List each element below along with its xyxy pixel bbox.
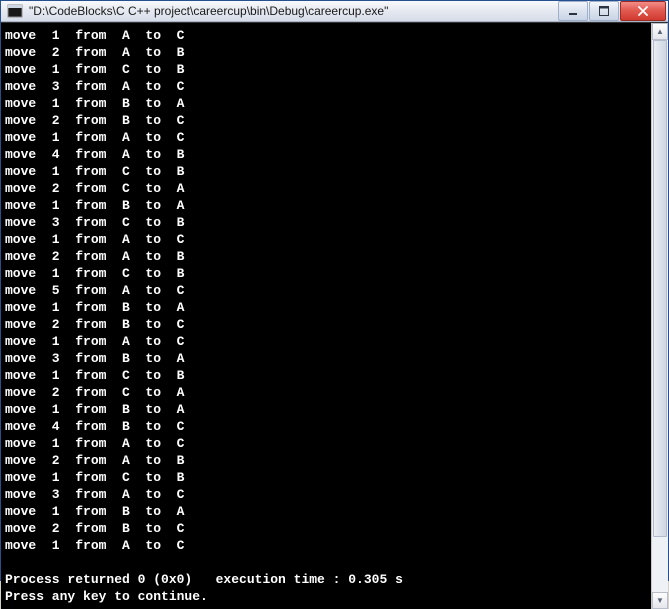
scroll-down-button[interactable]: ▼ <box>652 592 668 609</box>
close-button[interactable] <box>620 1 666 21</box>
minimize-button[interactable] <box>558 1 588 21</box>
app-icon <box>7 3 23 19</box>
chevron-up-icon: ▲ <box>656 28 664 36</box>
window-frame: "D:\CodeBlocks\C C++ project\careercup\b… <box>0 0 669 581</box>
client-area: move 1 from A to C move 2 from A to B mo… <box>1 22 668 609</box>
titlebar[interactable]: "D:\CodeBlocks\C C++ project\careercup\b… <box>1 1 668 22</box>
scroll-thumb[interactable] <box>653 40 667 537</box>
window-controls <box>557 1 666 21</box>
maximize-button[interactable] <box>589 1 619 21</box>
console-output: move 1 from A to C move 2 from A to B mo… <box>1 23 651 609</box>
vertical-scrollbar[interactable]: ▲ ▼ <box>651 23 668 609</box>
window-title: "D:\CodeBlocks\C C++ project\careercup\b… <box>29 4 557 18</box>
scroll-up-button[interactable]: ▲ <box>652 23 668 40</box>
scroll-track[interactable] <box>652 40 668 592</box>
chevron-down-icon: ▼ <box>656 597 664 605</box>
